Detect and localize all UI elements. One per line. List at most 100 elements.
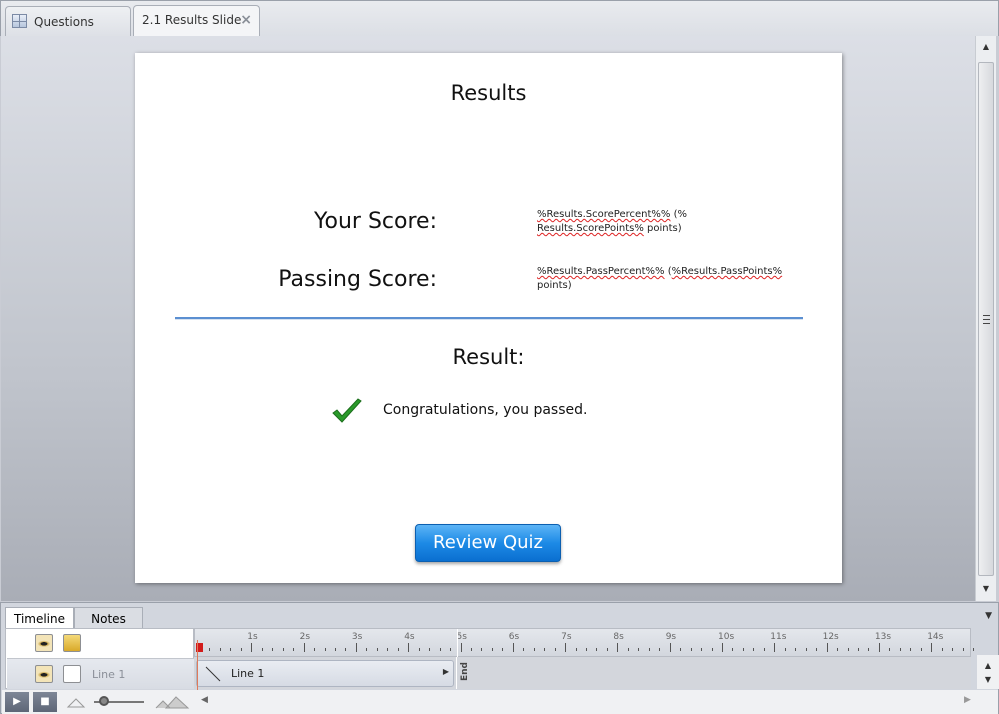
zoom-out-icon[interactable] <box>66 695 88 709</box>
ruler-tick <box>219 648 221 651</box>
ruler-tick <box>952 648 954 651</box>
ruler-label: 6s <box>508 632 520 642</box>
ruler-tick <box>387 648 389 651</box>
result-message[interactable]: Congratulations, you passed. <box>383 402 587 418</box>
ruler-tick <box>565 643 567 652</box>
ruler-tick <box>397 648 399 651</box>
ruler-tick <box>544 648 546 651</box>
ruler-tick <box>460 643 462 652</box>
collapse-chevron-icon[interactable]: ▼ <box>985 611 992 621</box>
ruler-tick <box>669 643 671 652</box>
timeline-panel: Timeline Notes ▼ Line 1 1s 2s 3s 4s 5s 6s 7s 8s… <box>0 602 999 714</box>
variable-text: %Results.PassPercent%% <box>537 266 665 277</box>
ruler-label: 7s <box>561 632 572 642</box>
ruler-label: 4s <box>404 632 415 642</box>
variable-text: %Results.ScorePercent%% <box>537 209 671 220</box>
timeline-object-bar[interactable]: Line 1 ▶ <box>196 660 454 687</box>
scrollbar-thumb[interactable] <box>978 62 994 576</box>
ruler-tick <box>816 648 818 651</box>
variable-text: %Results.PassPoints% <box>671 266 783 277</box>
ruler-tick <box>491 648 493 651</box>
ruler-label: 5s <box>456 632 467 642</box>
line-shape-icon <box>205 666 221 682</box>
your-score-label[interactable]: Your Score: <box>314 209 437 234</box>
tab-notes[interactable]: Notes <box>74 607 143 629</box>
ruler-tick <box>941 648 943 651</box>
document-tab-bar: Questions 2.1 Results Slide × <box>0 0 999 37</box>
ruler-label: 2s <box>299 632 311 642</box>
lock-toggle-checkbox[interactable] <box>63 665 81 683</box>
ruler-tick <box>638 648 640 651</box>
tab-questions[interactable]: Questions <box>5 6 131 37</box>
close-icon[interactable]: × <box>240 12 252 28</box>
tab-label: 2.1 Results Slide <box>142 13 242 27</box>
scroll-down-icon[interactable]: ▼ <box>976 584 996 593</box>
ruler-tick <box>586 648 588 651</box>
ruler-tick <box>314 648 316 651</box>
expand-arrow-icon[interactable]: ▶ <box>443 667 449 676</box>
object-name: Line 1 <box>231 667 265 680</box>
ruler-tick <box>617 643 619 652</box>
grip-icon <box>983 315 990 324</box>
ruler-tick <box>648 648 650 651</box>
ruler-tick <box>606 648 608 651</box>
ruler-tick <box>826 643 828 652</box>
ruler-tick <box>805 648 807 651</box>
ruler-tick <box>722 643 723 652</box>
eye-icon[interactable] <box>35 634 53 652</box>
ruler-tick <box>889 648 891 651</box>
ruler-label: 10s <box>718 632 735 642</box>
ruler-tick <box>575 648 577 651</box>
scroll-down-icon[interactable]: ▼ <box>977 675 999 684</box>
tab-results-slide[interactable]: 2.1 Results Slide × <box>133 5 260 37</box>
ruler-tick <box>857 648 859 651</box>
ruler-tick <box>334 648 336 651</box>
zoom-in-icon[interactable] <box>154 694 190 710</box>
zoom-slider-thumb[interactable] <box>99 696 109 706</box>
end-separator <box>456 657 457 689</box>
ruler-tick <box>659 648 661 651</box>
timeline-track: Line 1 ▶ End ▲ ▼ <box>194 655 999 689</box>
scroll-right-icon[interactable]: ▶ <box>964 695 971 705</box>
ruler-tick <box>753 648 755 651</box>
lock-icon[interactable] <box>63 634 81 652</box>
passing-score-label[interactable]: Passing Score: <box>278 267 437 292</box>
eye-icon[interactable] <box>35 665 53 683</box>
scroll-up-icon[interactable]: ▲ <box>976 42 996 51</box>
ruler-tick <box>774 643 776 652</box>
ruler-tick <box>470 648 472 651</box>
ruler-tick <box>763 648 765 651</box>
play-button[interactable]: ▶ <box>5 692 29 712</box>
passing-score-value[interactable]: %Results.PassPercent%% (%Results.PassPoi… <box>537 265 787 293</box>
end-label[interactable]: End <box>460 662 470 681</box>
your-score-value[interactable]: %Results.ScorePercent%% (% Results.ScoreP… <box>537 208 787 236</box>
tab-timeline[interactable]: Timeline <box>5 607 74 629</box>
scroll-left-icon[interactable]: ◀ <box>201 695 208 705</box>
ruler-tick <box>680 648 682 651</box>
layer-name: Line 1 <box>92 668 126 681</box>
ruler-tick <box>878 643 880 652</box>
slide: Results Your Score: %Results.ScorePercen… <box>135 53 842 583</box>
ruler-tick <box>502 648 504 651</box>
variable-text: points) <box>643 223 682 234</box>
divider-line[interactable] <box>175 317 803 320</box>
review-quiz-button[interactable]: Review Quiz <box>415 524 561 562</box>
layer-row[interactable]: Line 1 <box>7 658 194 689</box>
vertical-scrollbar[interactable]: ▲ ▼ <box>975 36 996 601</box>
ruler-tick <box>512 643 514 652</box>
scroll-up-icon[interactable]: ▲ <box>977 661 999 670</box>
ruler-tick <box>732 648 734 651</box>
stop-button[interactable]: ■ <box>33 692 57 712</box>
ruler-label: 14s <box>927 632 944 642</box>
ruler-label: 13s <box>874 632 892 642</box>
ruler-tick <box>910 648 912 651</box>
ruler-tick <box>596 648 598 651</box>
ruler-tick <box>784 648 786 651</box>
track-scrollbar[interactable]: ▲ ▼ <box>977 655 999 689</box>
ruler-tick <box>240 648 242 651</box>
time-ruler[interactable]: 1s 2s 3s 4s 5s 6s 7s 8s 9s 10s 11s 12s 13s 14s <box>194 628 975 658</box>
tab-label: Questions <box>34 15 94 29</box>
checkmark-icon <box>332 398 362 423</box>
result-label[interactable]: Result: <box>135 345 842 369</box>
ruler-tick <box>962 648 964 651</box>
